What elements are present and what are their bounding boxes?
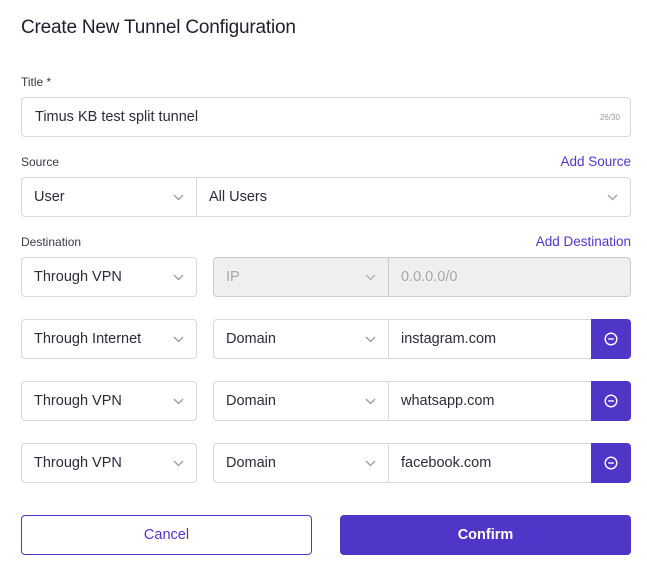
- title-field-label: Title *: [21, 75, 52, 89]
- destination-kind-value: Domain: [226, 393, 276, 409]
- add-source-link[interactable]: Add Source: [560, 154, 631, 169]
- destination-value-input[interactable]: whatsapp.com: [388, 381, 593, 421]
- title-input-value: Timus KB test split tunnel: [35, 109, 199, 125]
- source-type-value: User: [34, 189, 65, 205]
- remove-destination-button[interactable]: [591, 319, 631, 359]
- dialog-title: Create New Tunnel Configuration: [21, 17, 296, 38]
- destination-kind-select[interactable]: Domain: [213, 443, 389, 483]
- chevron-down-icon: [607, 192, 618, 203]
- chevron-down-icon: [173, 396, 184, 407]
- route-select[interactable]: Through VPN: [21, 443, 197, 483]
- remove-destination-button[interactable]: [591, 443, 631, 483]
- destination-kind-value: Domain: [226, 331, 276, 347]
- route-select[interactable]: Through Internet: [21, 319, 197, 359]
- route-select[interactable]: Through VPN: [21, 257, 197, 297]
- destination-value-input[interactable]: facebook.com: [388, 443, 593, 483]
- chevron-down-icon: [173, 192, 184, 203]
- minus-circle-icon: [604, 456, 618, 470]
- source-value-select[interactable]: All Users: [196, 177, 631, 217]
- chevron-down-icon: [365, 396, 376, 407]
- destination-value-input: 0.0.0.0/0: [388, 257, 631, 297]
- destination-value: instagram.com: [401, 331, 497, 347]
- chevron-down-icon: [173, 272, 184, 283]
- chevron-down-icon: [365, 272, 376, 283]
- route-value: Through VPN: [34, 269, 122, 285]
- source-label: Source: [21, 155, 60, 169]
- remove-destination-button[interactable]: [591, 381, 631, 421]
- minus-circle-icon: [604, 394, 618, 408]
- cancel-button[interactable]: Cancel: [21, 515, 312, 555]
- minus-circle-icon: [604, 332, 618, 346]
- confirm-button[interactable]: Confirm: [340, 515, 631, 555]
- destination-value: whatsapp.com: [401, 393, 495, 409]
- route-value: Through VPN: [34, 393, 122, 409]
- add-destination-link[interactable]: Add Destination: [536, 234, 631, 249]
- route-value: Through Internet: [34, 331, 142, 347]
- destination-kind-select: IP: [213, 257, 389, 297]
- character-counter: 26/30: [599, 112, 620, 122]
- route-select[interactable]: Through VPN: [21, 381, 197, 421]
- destination-kind-value: Domain: [226, 455, 276, 471]
- chevron-down-icon: [173, 458, 184, 469]
- chevron-down-icon: [173, 334, 184, 345]
- destination-value-input[interactable]: instagram.com: [388, 319, 593, 359]
- chevron-down-icon: [365, 334, 376, 345]
- source-type-select[interactable]: User: [21, 177, 197, 217]
- chevron-down-icon: [365, 458, 376, 469]
- destination-kind-select[interactable]: Domain: [213, 319, 389, 359]
- route-value: Through VPN: [34, 455, 122, 471]
- destination-kind-select[interactable]: Domain: [213, 381, 389, 421]
- destination-value: facebook.com: [401, 455, 492, 471]
- title-input[interactable]: Timus KB test split tunnel 26/30: [21, 97, 631, 137]
- destination-kind-value: IP: [226, 269, 240, 285]
- source-value: All Users: [209, 189, 268, 205]
- destination-value: 0.0.0.0/0: [401, 269, 458, 285]
- destination-label: Destination: [21, 235, 82, 249]
